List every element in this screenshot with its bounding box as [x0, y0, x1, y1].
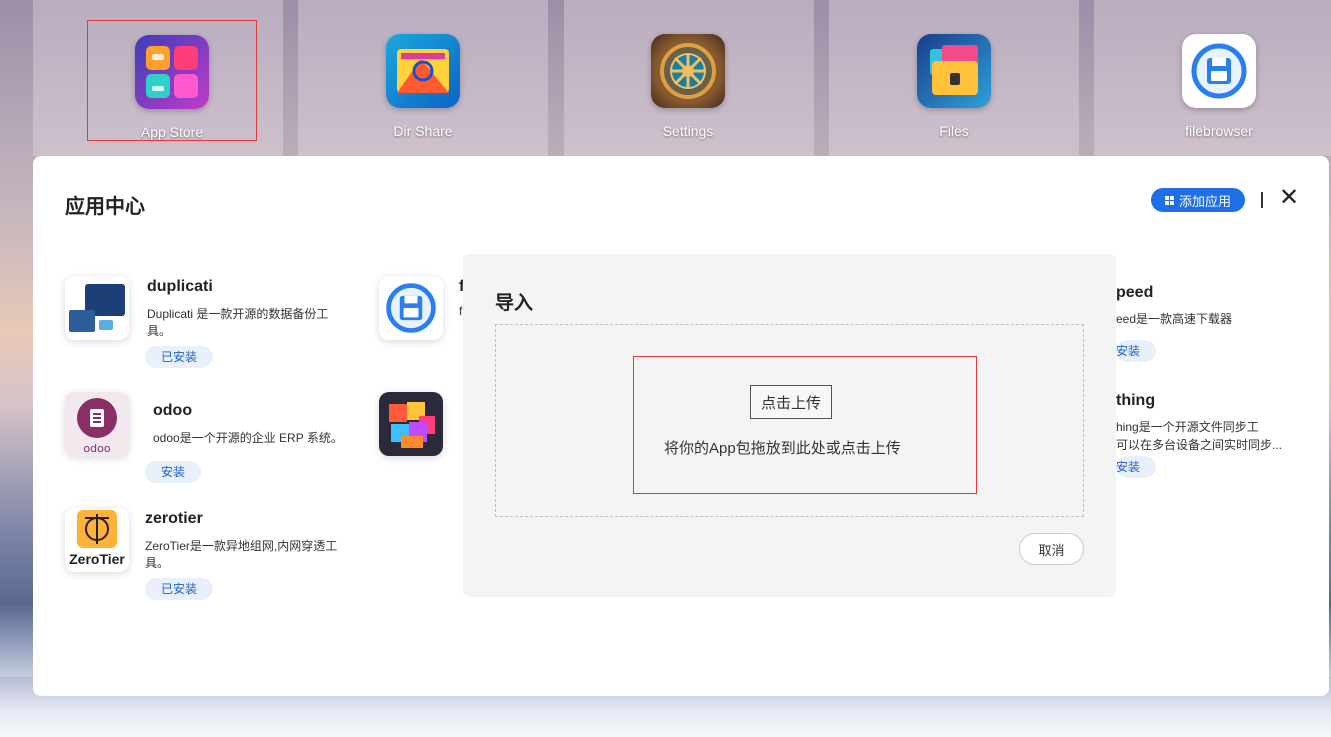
app-description: hing是一个开源文件同步工 [1116, 420, 1259, 434]
drop-hint: 将你的App包拖放到此处或点击上传 [664, 440, 901, 457]
cancel-button[interactable]: 取消 [1019, 533, 1084, 565]
toolbar-divider [1261, 192, 1263, 208]
app-description: ZeroTier是一款异地组网,内网穿透工具。 [145, 539, 338, 570]
app-store-icon [135, 35, 209, 109]
app-name: odoo [153, 402, 193, 419]
app-name: duplicati [147, 278, 213, 295]
add-app-label: 添加应用 [1178, 193, 1231, 209]
desktop-icon-app-store[interactable]: App Store [87, 20, 257, 141]
add-app-button[interactable]: 添加应用 [1151, 188, 1245, 212]
close-icon[interactable]: ✕ [1277, 186, 1301, 210]
dir-share-icon [386, 34, 460, 108]
app-name: thing [1116, 392, 1156, 409]
odoo-icon: odoo [65, 392, 129, 456]
desktop-icon-label: App Store [140, 124, 204, 140]
apps-grid-icon [1164, 195, 1174, 205]
svg-text:odoo: odoo [83, 442, 110, 455]
desktop-icon-row: App Store Dir Share Settings Files fileb… [0, 0, 1331, 156]
app-description: Duplicati 是一款开源的数据备份工具。 [147, 307, 329, 338]
install-button[interactable]: 安装 [1116, 456, 1157, 478]
app-name: peed [1116, 284, 1154, 301]
app-card-zerotier[interactable]: ZeroTier zerotier ZeroTier是一款异地组网,内网穿透工具… [65, 508, 365, 608]
filebrowser-icon [1182, 34, 1256, 108]
installed-badge[interactable]: 已安装 [145, 346, 214, 368]
app-card-partial-syncthing[interactable]: thing hing是一个开源文件同步工 可以在多台设备之间实时同步... 安装 [1116, 392, 1306, 486]
upload-trigger-area[interactable]: 点击上传 将你的App包拖放到此处或点击上传 [633, 356, 977, 494]
filebrowser-app-icon[interactable] [379, 276, 443, 340]
desktop-icon-label: Files [939, 123, 969, 139]
desktop-icon-label: Settings [662, 123, 714, 139]
upload-drop-zone[interactable]: 点击上传 将你的App包拖放到此处或点击上传 [495, 324, 1084, 517]
desktop-icon-settings[interactable]: Settings [603, 20, 773, 141]
desktop-icon-label: Dir Share [393, 123, 453, 139]
app-card-partial-speed[interactable]: peed eed是一款高速下载器 安装 [1116, 284, 1296, 370]
import-dialog: 导入 点击上传 将你的App包拖放到此处或点击上传 取消 [463, 254, 1116, 597]
app-name: zerotier [145, 510, 203, 527]
app-description: eed是一款高速下载器 [1116, 312, 1233, 326]
app-description: odoo是一个开源的企业 ERP 系统。 [153, 431, 343, 445]
desktop-icon-filebrowser[interactable]: filebrowser [1134, 20, 1304, 141]
install-button[interactable]: 安装 [145, 461, 202, 483]
upload-button[interactable]: 点击上传 [750, 385, 832, 419]
settings-icon [651, 34, 725, 108]
desktop-icon-label: filebrowser [1185, 123, 1253, 139]
page-title: 应用中心 [65, 196, 145, 218]
app-description: 可以在多台设备之间实时同步... [1116, 438, 1283, 452]
cube-app-icon[interactable] [379, 392, 443, 456]
zerotier-icon: ZeroTier [65, 508, 129, 572]
install-button[interactable]: 安装 [1116, 340, 1157, 362]
duplicati-icon [65, 276, 129, 340]
installed-badge[interactable]: 已安装 [145, 578, 214, 600]
app-card-duplicati[interactable]: duplicati Duplicati 是一款开源的数据备份工具。 已安装 [65, 276, 365, 376]
desktop-icon-files[interactable]: Files [869, 20, 1039, 141]
dialog-title: 导入 [495, 293, 534, 314]
svg-text:ZeroTier: ZeroTier [69, 551, 125, 567]
app-card-odoo[interactable]: odoo odoo odoo是一个开源的企业 ERP 系统。 安装 [65, 392, 365, 492]
files-icon [917, 34, 991, 108]
desktop-icon-dir-share[interactable]: Dir Share [338, 20, 508, 141]
